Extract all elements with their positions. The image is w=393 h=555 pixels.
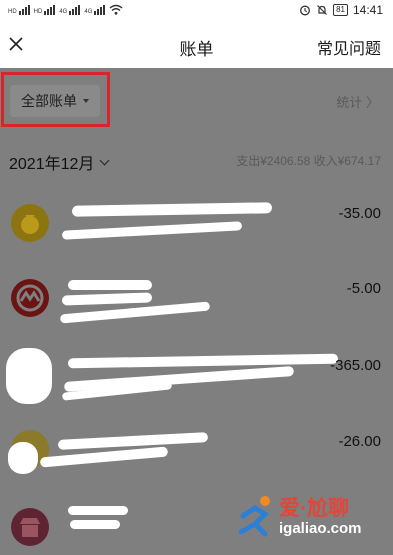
month-label: 2021年12月 — [9, 156, 95, 173]
signal-icon: HD — [8, 3, 30, 15]
highlight-box — [1, 72, 110, 127]
alarm-icon — [300, 5, 311, 16]
redacted-scribble — [57, 432, 209, 450]
running-figure-logo — [238, 496, 270, 537]
signal-icon: HD — [34, 3, 56, 15]
store-icon — [20, 518, 40, 537]
wifi-icon — [109, 4, 123, 15]
site-watermark: 爱·尬聊 igaliao.com — [235, 490, 385, 548]
watermark-title: 爱·尬聊 — [279, 497, 349, 520]
redacted-avatar-scribble — [8, 442, 38, 474]
stats-link[interactable]: 统计 〉 — [336, 92, 379, 111]
month-summary: 支出¥2406.58 收入¥674.17 — [236, 154, 381, 168]
transaction-row[interactable]: -26.00 — [0, 418, 393, 494]
merchant-avatar — [11, 508, 49, 546]
transaction-row[interactable]: -365.00 — [0, 340, 393, 416]
watermark-url: igaliao.com — [279, 520, 362, 537]
transaction-row[interactable]: -5.00 — [0, 264, 393, 340]
merchant-avatar — [11, 279, 49, 317]
redacted-scribble — [70, 520, 120, 529]
transaction-amount: -26.00 — [338, 433, 381, 450]
signal-indicators: HD HD 4G 4G — [8, 3, 123, 15]
redacted-scribble — [61, 292, 153, 306]
bill-list-overlay: 全部账单 统计 〉 2021年12月 支出¥2406.58 收入¥674.17 … — [0, 68, 393, 555]
redacted-scribble — [68, 280, 152, 290]
redacted-scribble — [67, 353, 339, 369]
metro-logo-icon — [16, 284, 44, 312]
mute-bell-icon — [317, 5, 327, 15]
coin-bag-icon — [21, 215, 39, 234]
redacted-scribble — [68, 506, 128, 515]
faq-link[interactable]: 常见问题 — [317, 35, 381, 59]
redacted-scribble — [71, 202, 273, 217]
month-selector[interactable]: 2021年12月 — [9, 150, 110, 174]
merchant-avatar — [11, 204, 49, 242]
title-bar: 账单 常见问题 — [0, 22, 393, 68]
signal-icon: 4G — [59, 3, 81, 15]
chevron-down-icon — [99, 155, 110, 165]
clock: 14:41 — [352, 3, 383, 17]
transaction-amount: -365.00 — [330, 357, 381, 374]
status-right: 81 14:41 — [299, 3, 383, 17]
transaction-row[interactable]: -35.00 — [0, 188, 393, 264]
redacted-scribble — [61, 221, 243, 240]
redacted-scribble — [39, 446, 169, 468]
battery-icon: 81 — [333, 4, 348, 16]
status-bar: HD HD 4G 4G 81 14:41 — [0, 0, 393, 22]
transaction-amount: -35.00 — [338, 205, 381, 222]
redacted-avatar-scribble — [6, 348, 52, 404]
transaction-amount: -5.00 — [346, 280, 381, 297]
signal-icon: 4G — [84, 3, 106, 15]
